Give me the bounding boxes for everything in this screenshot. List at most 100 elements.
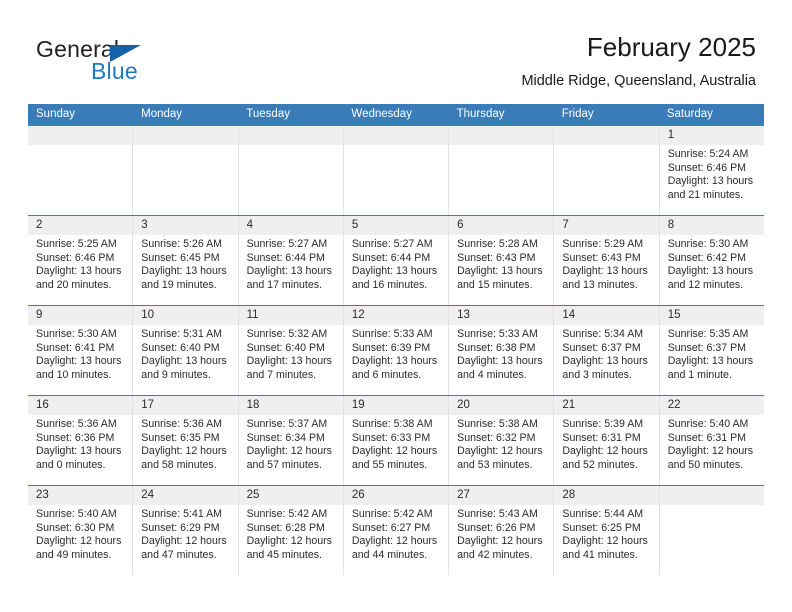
weekday-header-thursday: Thursday <box>456 108 505 120</box>
day-sun-info: Sunrise: 5:24 AM Sunset: 6:46 PM Dayligh… <box>667 148 754 201</box>
day-number: 16 <box>36 399 49 411</box>
day-sun-info: Sunrise: 5:40 AM Sunset: 6:30 PM Dayligh… <box>36 508 122 561</box>
week-date-number-band: 23 24 25 26 27 28 <box>28 486 764 505</box>
day-number <box>132 126 237 145</box>
day-cell[interactable] <box>342 145 448 215</box>
day-sun-info: Sunrise: 5:33 AM Sunset: 6:39 PM Dayligh… <box>351 328 438 381</box>
day-cell[interactable]: Sunrise: 5:30 AM Sunset: 6:42 PM Dayligh… <box>658 235 764 305</box>
day-number: 12 <box>342 306 448 325</box>
day-cell[interactable]: Sunrise: 5:39 AM Sunset: 6:31 PM Dayligh… <box>553 415 658 485</box>
day-sun-info: Sunrise: 5:40 AM Sunset: 6:31 PM Dayligh… <box>667 418 754 471</box>
day-cell[interactable]: Sunrise: 5:26 AM Sunset: 6:45 PM Dayligh… <box>132 235 237 305</box>
day-number: 27 <box>448 486 553 505</box>
day-number: 14 <box>553 306 658 325</box>
week-date-number-band: 1 <box>28 126 764 145</box>
day-sun-info: Sunrise: 5:25 AM Sunset: 6:46 PM Dayligh… <box>36 238 122 291</box>
day-number <box>553 126 658 145</box>
calendar-week-row: 16 17 18 19 20 21 22 Sunrise: 5:36 AM Su… <box>28 395 764 485</box>
day-number: 19 <box>342 396 448 415</box>
day-sun-info: Sunrise: 5:30 AM Sunset: 6:42 PM Dayligh… <box>667 238 754 291</box>
day-number: 23 <box>36 489 49 501</box>
day-cell[interactable]: Sunrise: 5:28 AM Sunset: 6:43 PM Dayligh… <box>448 235 553 305</box>
title-block: February 2025 Middle Ridge, Queensland, … <box>521 30 756 90</box>
day-cell[interactable] <box>28 145 132 215</box>
day-number: 10 <box>132 306 237 325</box>
day-cell[interactable] <box>132 145 237 215</box>
day-number <box>237 126 343 145</box>
day-cell[interactable]: Sunrise: 5:36 AM Sunset: 6:35 PM Dayligh… <box>132 415 237 485</box>
day-number: 26 <box>342 486 448 505</box>
day-cell[interactable]: Sunrise: 5:27 AM Sunset: 6:44 PM Dayligh… <box>342 235 448 305</box>
day-number: 5 <box>342 216 448 235</box>
day-cell[interactable]: Sunrise: 5:42 AM Sunset: 6:28 PM Dayligh… <box>237 505 343 575</box>
day-sun-info: Sunrise: 5:26 AM Sunset: 6:45 PM Dayligh… <box>141 238 227 291</box>
day-number: 9 <box>36 309 43 321</box>
day-cell[interactable]: Sunrise: 5:41 AM Sunset: 6:29 PM Dayligh… <box>132 505 237 575</box>
week-detail-band: Sunrise: 5:24 AM Sunset: 6:46 PM Dayligh… <box>28 145 764 215</box>
day-cell[interactable]: Sunrise: 5:33 AM Sunset: 6:38 PM Dayligh… <box>448 325 553 395</box>
day-cell[interactable]: Sunrise: 5:35 AM Sunset: 6:37 PM Dayligh… <box>658 325 764 395</box>
day-sun-info: Sunrise: 5:43 AM Sunset: 6:26 PM Dayligh… <box>457 508 543 561</box>
day-number: 24 <box>132 486 237 505</box>
day-cell[interactable]: Sunrise: 5:40 AM Sunset: 6:30 PM Dayligh… <box>28 505 132 575</box>
day-number <box>658 486 764 505</box>
day-cell[interactable] <box>448 145 553 215</box>
weekday-header-saturday: Saturday <box>666 108 713 120</box>
day-cell[interactable]: Sunrise: 5:32 AM Sunset: 6:40 PM Dayligh… <box>237 325 343 395</box>
day-sun-info: Sunrise: 5:42 AM Sunset: 6:27 PM Dayligh… <box>351 508 438 561</box>
day-cell[interactable]: Sunrise: 5:25 AM Sunset: 6:46 PM Dayligh… <box>28 235 132 305</box>
day-sun-info: Sunrise: 5:27 AM Sunset: 6:44 PM Dayligh… <box>246 238 332 291</box>
day-number: 7 <box>553 216 658 235</box>
day-cell[interactable]: Sunrise: 5:37 AM Sunset: 6:34 PM Dayligh… <box>237 415 343 485</box>
day-number: 3 <box>132 216 237 235</box>
day-cell[interactable]: Sunrise: 5:38 AM Sunset: 6:33 PM Dayligh… <box>342 415 448 485</box>
day-cell[interactable]: Sunrise: 5:43 AM Sunset: 6:26 PM Dayligh… <box>448 505 553 575</box>
day-sun-info: Sunrise: 5:33 AM Sunset: 6:38 PM Dayligh… <box>457 328 543 381</box>
day-cell[interactable]: Sunrise: 5:31 AM Sunset: 6:40 PM Dayligh… <box>132 325 237 395</box>
day-cell[interactable] <box>553 145 658 215</box>
day-cell[interactable] <box>237 145 343 215</box>
day-number <box>448 126 553 145</box>
day-number: 4 <box>237 216 343 235</box>
calendar-week-row: 9 10 11 12 13 14 15 Sunrise: 5:30 AM Sun… <box>28 305 764 395</box>
day-sun-info: Sunrise: 5:34 AM Sunset: 6:37 PM Dayligh… <box>562 328 648 381</box>
day-sun-info: Sunrise: 5:28 AM Sunset: 6:43 PM Dayligh… <box>457 238 543 291</box>
day-number: 22 <box>658 396 764 415</box>
day-number: 1 <box>658 126 764 145</box>
day-number: 20 <box>448 396 553 415</box>
day-cell[interactable]: Sunrise: 5:33 AM Sunset: 6:39 PM Dayligh… <box>342 325 448 395</box>
day-cell[interactable]: Sunrise: 5:44 AM Sunset: 6:25 PM Dayligh… <box>553 505 658 575</box>
day-cell[interactable]: Sunrise: 5:27 AM Sunset: 6:44 PM Dayligh… <box>237 235 343 305</box>
day-sun-info: Sunrise: 5:27 AM Sunset: 6:44 PM Dayligh… <box>351 238 438 291</box>
day-cell[interactable]: Sunrise: 5:42 AM Sunset: 6:27 PM Dayligh… <box>342 505 448 575</box>
day-cell[interactable]: Sunrise: 5:34 AM Sunset: 6:37 PM Dayligh… <box>553 325 658 395</box>
day-sun-info: Sunrise: 5:38 AM Sunset: 6:32 PM Dayligh… <box>457 418 543 471</box>
day-cell[interactable]: Sunrise: 5:30 AM Sunset: 6:41 PM Dayligh… <box>28 325 132 395</box>
day-sun-info: Sunrise: 5:42 AM Sunset: 6:28 PM Dayligh… <box>246 508 332 561</box>
week-date-number-band: 9 10 11 12 13 14 15 <box>28 306 764 325</box>
day-cell[interactable]: Sunrise: 5:29 AM Sunset: 6:43 PM Dayligh… <box>553 235 658 305</box>
day-number: 11 <box>237 306 343 325</box>
day-sun-info: Sunrise: 5:30 AM Sunset: 6:41 PM Dayligh… <box>36 328 122 381</box>
calendar-week-row: 2 3 4 5 6 7 8 Sunrise: 5:25 AM Sunset: 6… <box>28 215 764 305</box>
day-cell[interactable]: Sunrise: 5:36 AM Sunset: 6:36 PM Dayligh… <box>28 415 132 485</box>
day-sun-info: Sunrise: 5:31 AM Sunset: 6:40 PM Dayligh… <box>141 328 227 381</box>
weekday-header-wednesday: Wednesday <box>351 108 412 120</box>
day-number: 6 <box>448 216 553 235</box>
calendar-week-row: 1 Sunrise: 5:24 AM Sunset: 6:46 PM Dayli… <box>28 125 764 215</box>
day-cell[interactable]: Sunrise: 5:40 AM Sunset: 6:31 PM Dayligh… <box>658 415 764 485</box>
day-number: 28 <box>553 486 658 505</box>
week-detail-band: Sunrise: 5:40 AM Sunset: 6:30 PM Dayligh… <box>28 505 764 575</box>
day-number: 8 <box>658 216 764 235</box>
day-cell[interactable]: Sunrise: 5:24 AM Sunset: 6:46 PM Dayligh… <box>658 145 764 215</box>
day-number: 17 <box>132 396 237 415</box>
day-sun-info: Sunrise: 5:39 AM Sunset: 6:31 PM Dayligh… <box>562 418 648 471</box>
general-blue-logo[interactable]: General Blue <box>36 36 246 88</box>
day-cell[interactable]: Sunrise: 5:38 AM Sunset: 6:32 PM Dayligh… <box>448 415 553 485</box>
day-sun-info: Sunrise: 5:38 AM Sunset: 6:33 PM Dayligh… <box>351 418 438 471</box>
calendar-page: General Blue February 2025 Middle Ridge,… <box>0 0 792 612</box>
day-cell[interactable] <box>658 505 764 575</box>
week-date-number-band: 16 17 18 19 20 21 22 <box>28 396 764 415</box>
weekday-header-monday: Monday <box>141 108 183 120</box>
day-number: 13 <box>448 306 553 325</box>
